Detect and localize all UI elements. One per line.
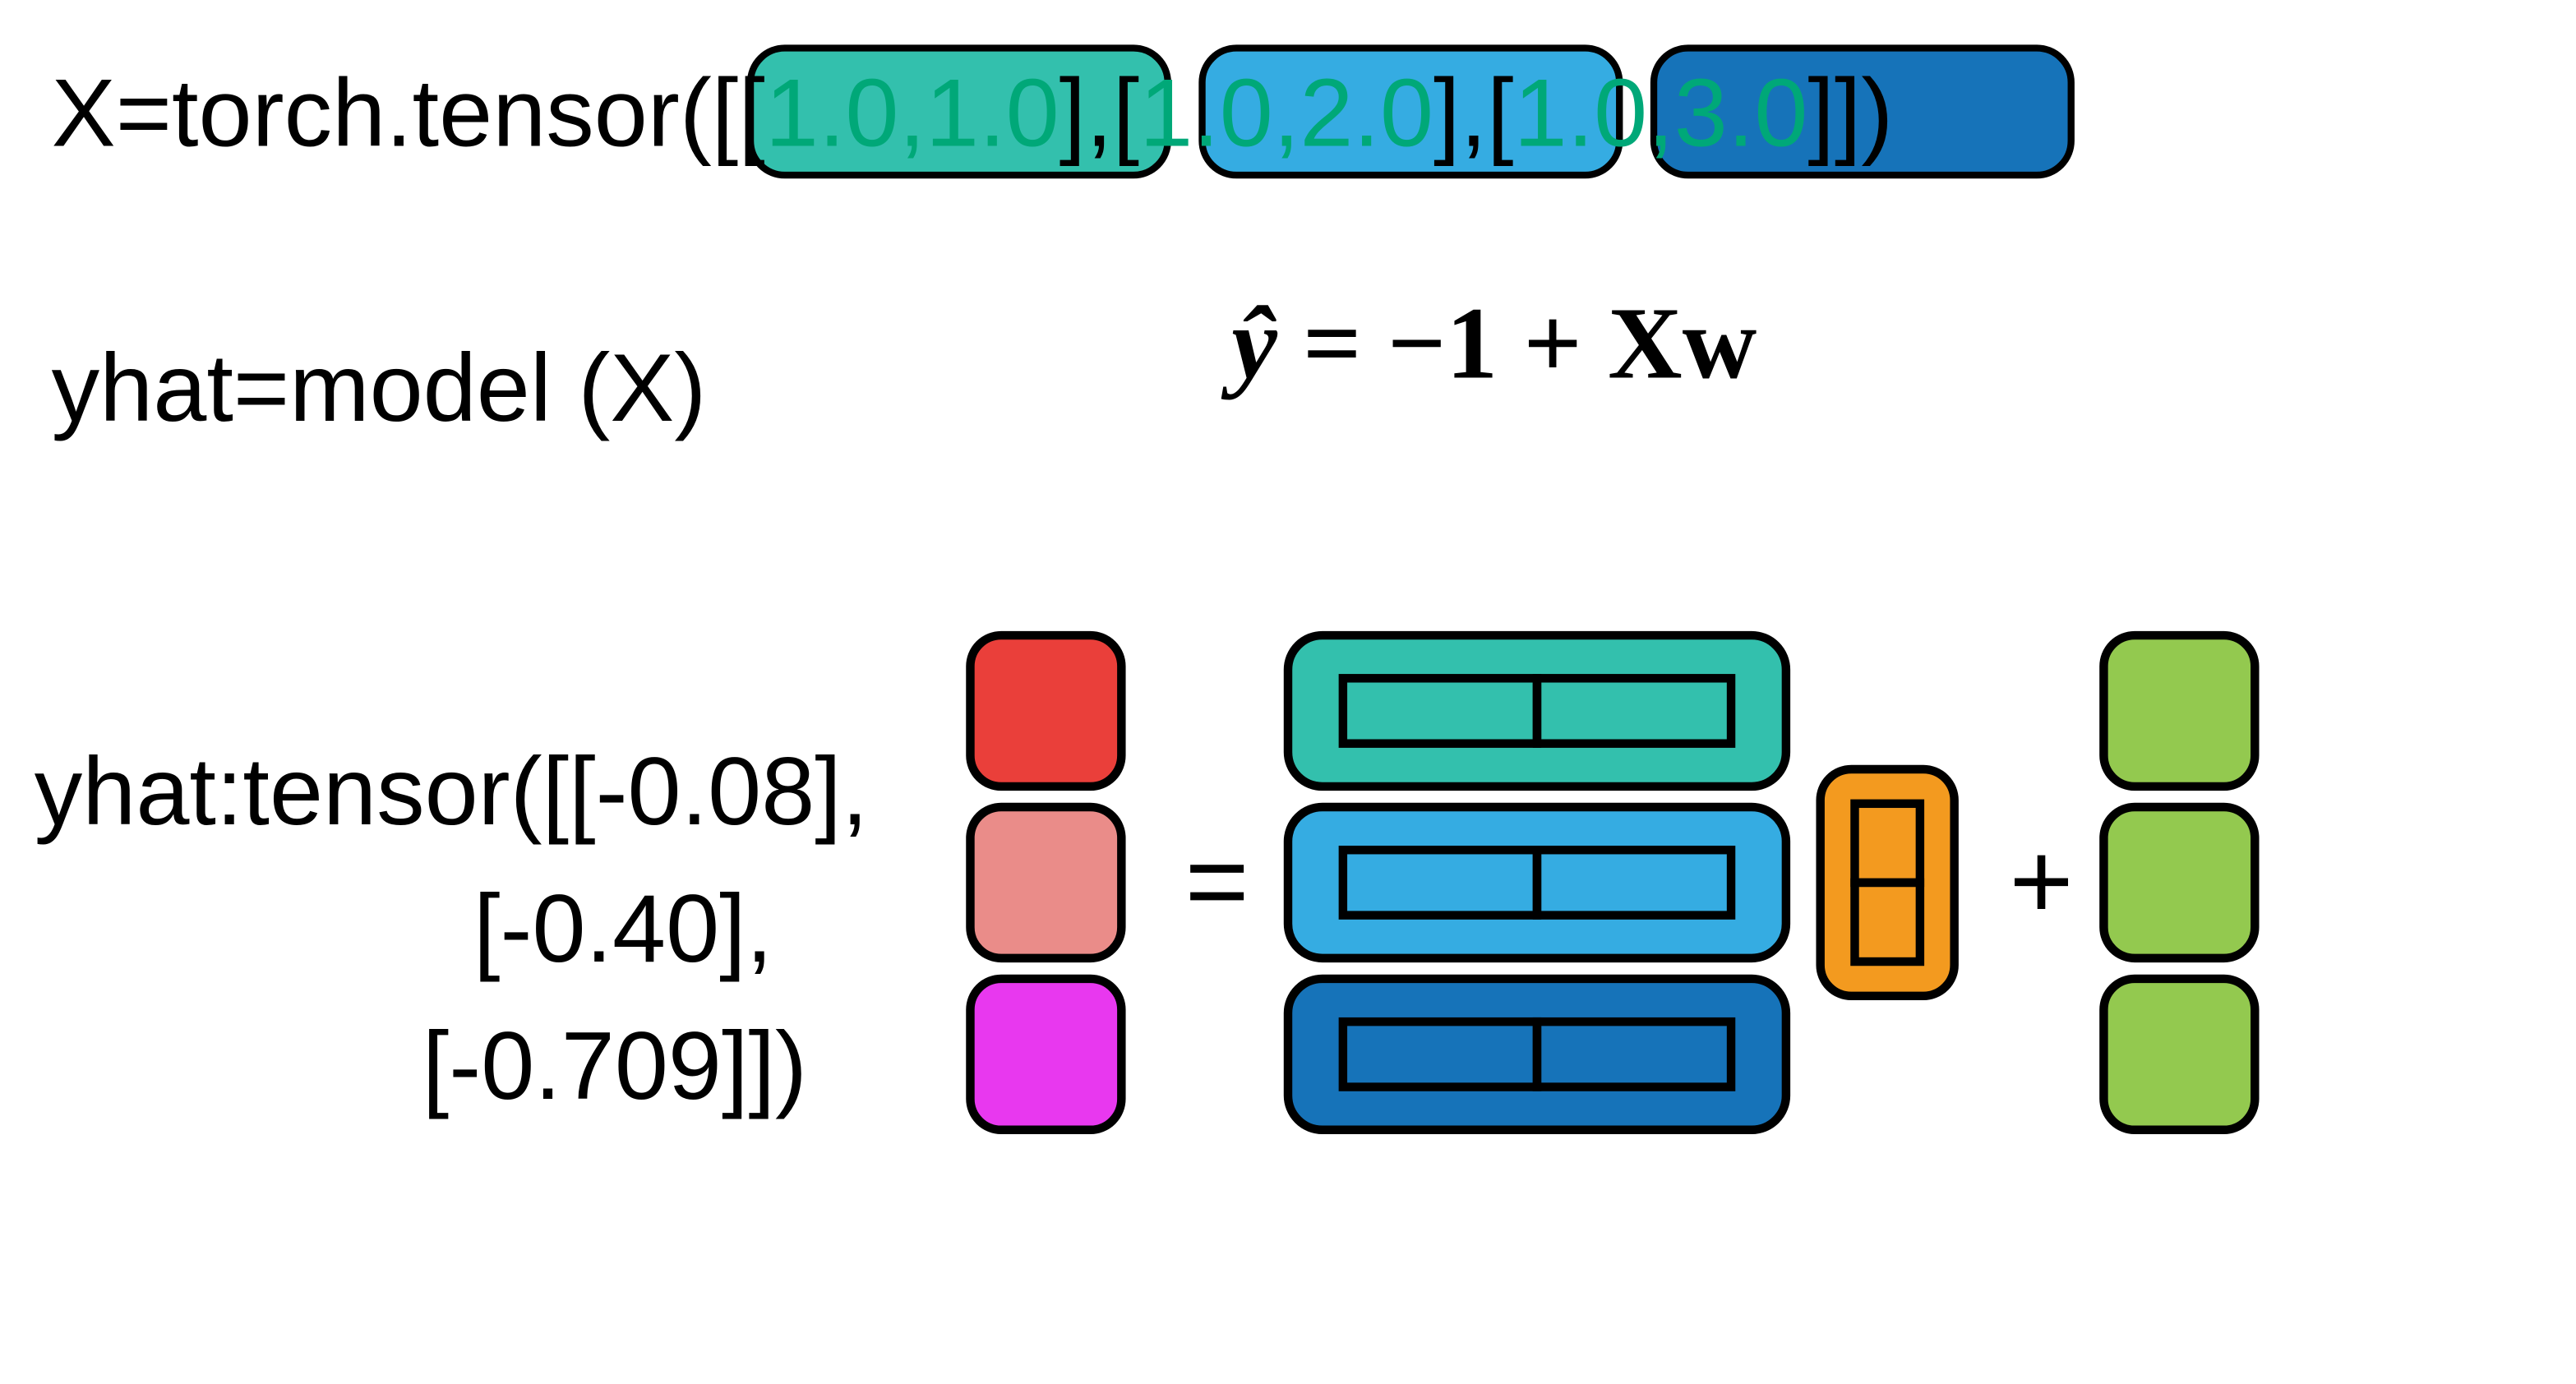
result-line-2: [-0.40],: [473, 874, 773, 982]
graphic-equation: = +: [970, 635, 2255, 1130]
equation-text: ŷ = −1 + Xw: [1221, 287, 1757, 401]
x-row-1: [1288, 635, 1786, 787]
w-vector: [1821, 769, 1955, 996]
bias-cell-3: [2103, 979, 2255, 1130]
yhat-cell-3: [970, 979, 1121, 1130]
result-line-1: yhat:tensor([[-0.08],: [35, 737, 869, 845]
x-row-2: [1288, 807, 1786, 958]
x-suffix: ]): [1835, 59, 1893, 167]
yhat-cell-2: [970, 807, 1121, 958]
bias-cell-2: [2103, 807, 2255, 958]
x-prefix: X=torch.tensor([: [52, 59, 739, 167]
bias-cell-1: [2103, 635, 2255, 787]
result-line-3: [-0.709]]): [422, 1012, 807, 1119]
plus-sign: +: [2010, 820, 2074, 943]
yhat-cell-1: [970, 635, 1121, 787]
x-row-3: [1288, 979, 1786, 1130]
x-assign-text: X=torch.tensor([[1.0,1.0],[1.0,2.0],[1.0…: [52, 59, 1894, 167]
model-call-text: yhat=model (X): [52, 334, 707, 441]
equals-sign: =: [1185, 820, 1249, 943]
figure: X=torch.tensor([[1.0,1.0],[1.0,2.0],[1.0…: [0, 0, 2576, 1384]
